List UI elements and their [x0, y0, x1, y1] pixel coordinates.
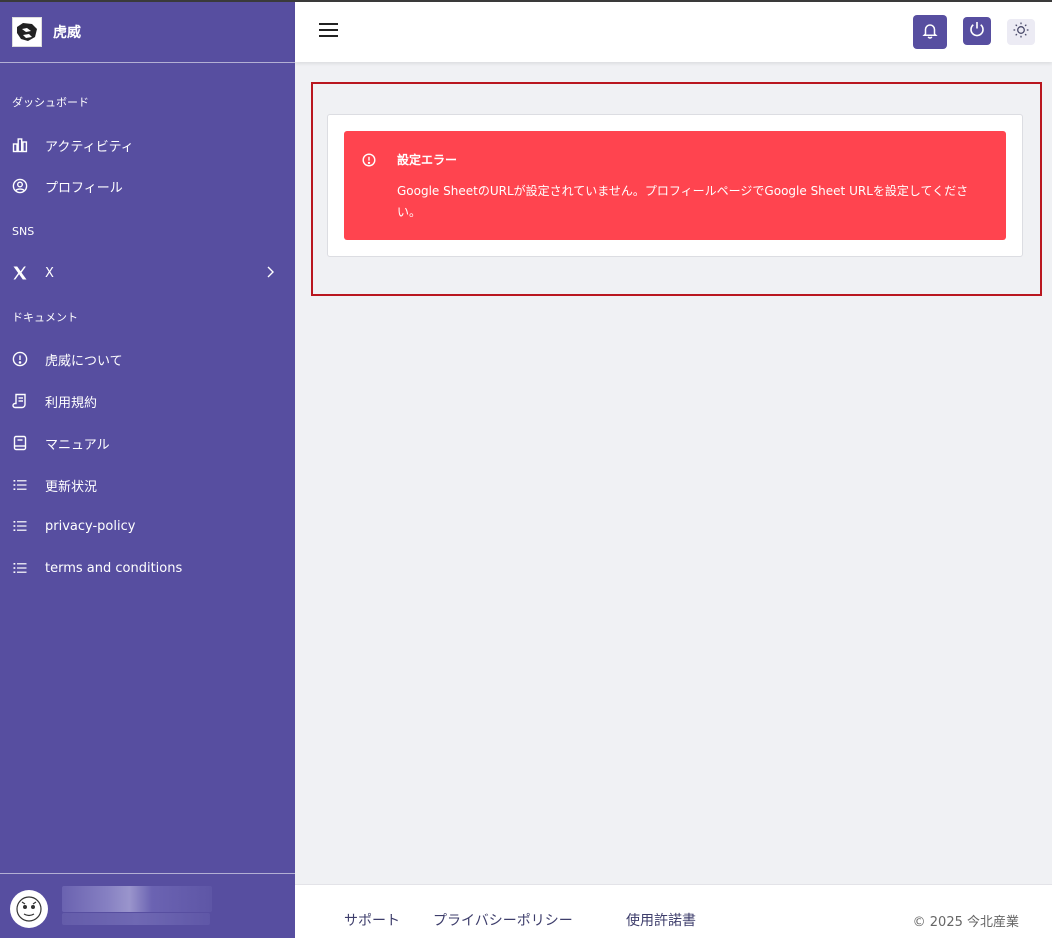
section-documents: ドキュメント	[12, 311, 78, 324]
logout-button[interactable]	[963, 17, 991, 45]
footer-link-license[interactable]: 使用許諾書	[626, 910, 696, 930]
brand-name: 虎威	[53, 25, 81, 41]
footer-link-privacy-policy[interactable]: プライバシーポリシー	[433, 910, 573, 930]
bell-icon	[921, 21, 939, 43]
sidebar-item-terms-and-conditions[interactable]: terms and conditions	[0, 551, 295, 585]
sidebar-item-x[interactable]: X	[0, 256, 295, 290]
sidebar: 虎威 ダッシュボード アクティビティ プロフィール SNS X ドキュメント 虎…	[0, 0, 295, 938]
avatar	[10, 890, 48, 928]
tiger-logo-icon	[12, 17, 42, 47]
user-circle-icon	[12, 178, 28, 194]
user-name-redacted	[62, 886, 212, 912]
chevron-right-icon	[265, 265, 275, 283]
theme-toggle-button[interactable]	[1007, 19, 1035, 45]
sidebar-item-privacy-policy[interactable]: privacy-policy	[0, 509, 295, 543]
sidebar-item-terms[interactable]: 利用規約	[0, 384, 295, 418]
info-circle-icon	[12, 351, 28, 367]
footer-link-support[interactable]: サポート	[344, 910, 400, 930]
sidebar-item-updates[interactable]: 更新状況	[0, 468, 295, 502]
sidebar-item-label: terms and conditions	[45, 560, 183, 576]
notification-button[interactable]	[913, 15, 947, 49]
sidebar-item-label: プロフィール	[45, 180, 123, 196]
user-panel[interactable]	[0, 873, 295, 938]
list-icon	[12, 477, 28, 493]
sidebar-item-profile[interactable]: プロフィール	[0, 169, 295, 203]
section-dashboard: ダッシュボード	[12, 96, 89, 109]
alert-message: Google SheetのURLが設定されていません。プロフィールページでGoo…	[397, 184, 969, 219]
sidebar-item-manual[interactable]: マニュアル	[0, 426, 295, 460]
error-alert: 設定エラー Google SheetのURLが設定されていません。プロフィールペ…	[344, 131, 1006, 240]
sidebar-item-activity[interactable]: アクティビティ	[0, 128, 295, 162]
copyright: © 2025 今北産業	[912, 915, 1019, 930]
sun-icon	[1012, 21, 1030, 43]
brand[interactable]: 虎威	[0, 0, 295, 63]
alert-title: 設定エラー	[397, 153, 458, 167]
list-icon	[12, 560, 28, 576]
power-icon	[968, 20, 986, 42]
alert-circle-icon	[362, 152, 376, 171]
sidebar-item-label: privacy-policy	[45, 518, 136, 534]
list-icon	[12, 518, 28, 534]
x-logo-icon	[12, 265, 28, 281]
bar-chart-icon	[12, 137, 28, 153]
sidebar-item-label: 更新状況	[45, 479, 98, 495]
footer: サポート プライバシーポリシー 使用許諾書 © 2025 今北産業	[295, 884, 1052, 938]
sidebar-item-label: X	[45, 265, 54, 281]
hamburger-icon[interactable]	[319, 23, 339, 39]
top-header	[295, 0, 1052, 62]
sidebar-item-label: 虎威について	[45, 353, 123, 369]
user-email-redacted	[62, 913, 210, 925]
book-icon	[12, 435, 28, 451]
sidebar-item-label: マニュアル	[45, 437, 110, 453]
section-sns: SNS	[12, 224, 35, 238]
document-icon	[12, 393, 28, 409]
sidebar-item-about[interactable]: 虎威について	[0, 342, 295, 376]
sidebar-item-label: 利用規約	[45, 395, 98, 411]
sidebar-item-label: アクティビティ	[45, 139, 134, 155]
